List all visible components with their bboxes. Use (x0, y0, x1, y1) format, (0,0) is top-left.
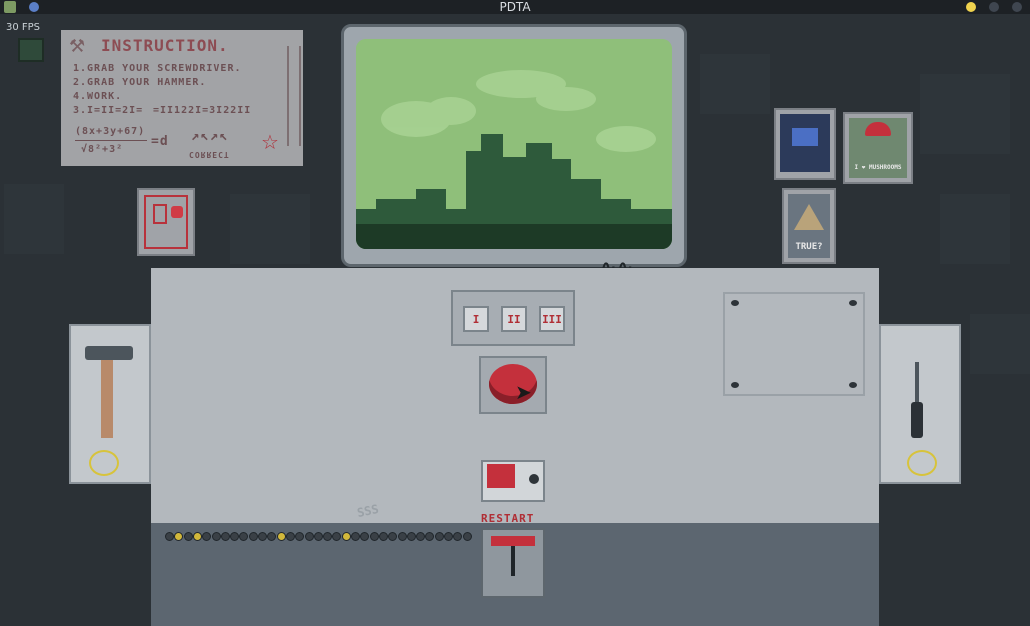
led-indicator (434, 532, 444, 541)
space-invader-poster (774, 108, 836, 180)
led-indicator (369, 532, 379, 541)
led-indicator (304, 532, 314, 541)
screwdriver-toolbox[interactable] (879, 324, 961, 484)
minimize-button[interactable] (966, 2, 976, 12)
formula-tail: =d (151, 134, 169, 149)
cursor-icon: ➤ (515, 380, 532, 404)
control-console: I II III ➤ SSS RESTART (151, 268, 879, 626)
led-indicator (248, 532, 258, 541)
led-indicator (285, 532, 295, 541)
instruction-line: 2.GRAB YOUR HAMMER. (73, 77, 207, 88)
instruction-line: 1.GRAB YOUR SCREWDRIVER. (73, 63, 242, 74)
star-icon: ☆ (261, 130, 279, 154)
window-title: PDTA (499, 0, 531, 14)
speed-button-3[interactable]: III (539, 306, 565, 332)
status-light (529, 474, 539, 484)
speed-button-2[interactable]: II (501, 306, 527, 332)
arrows-icon: ↗↖↗↖ (191, 128, 229, 144)
mushroom-caption: I ❤ MUSHROOMS (854, 164, 902, 171)
game-viewport[interactable]: 30 FPS ⚒ INSTRUCTION. 1.GRAB YOUR SCREWD… (0, 14, 1030, 626)
led-indicator (378, 532, 388, 541)
toggle-switch[interactable] (487, 464, 515, 488)
code-label: CORRECT (189, 150, 230, 159)
hammer-icon[interactable] (85, 346, 133, 360)
formula-numerator: (8x+3y+67) (75, 126, 146, 137)
instruction-line: =II122I=3I22II (153, 105, 252, 116)
instruction-title: INSTRUCTION. (101, 36, 229, 55)
restart-lever[interactable] (491, 536, 535, 546)
led-indicator (462, 532, 472, 541)
speed-panel: I II III (451, 290, 575, 346)
close-button[interactable] (1012, 2, 1022, 12)
formula-denominator: √8²+3² (81, 144, 124, 155)
toggle-switch-plate (481, 460, 545, 502)
city-screen (356, 39, 672, 249)
ruler-icon (287, 46, 301, 146)
pyramid-poster: TRUE? (782, 188, 836, 264)
hammer-toolbox[interactable] (69, 324, 151, 484)
maze-poster (137, 188, 195, 256)
led-indicator (397, 532, 407, 541)
led-indicator (406, 532, 416, 541)
maximize-button[interactable] (989, 2, 999, 12)
led-indicator (192, 532, 202, 541)
led-indicator (258, 532, 267, 541)
led-indicator (313, 532, 323, 541)
window-titlebar: PDTA (0, 0, 1030, 14)
restart-lever-housing (481, 528, 545, 598)
led-indicator (165, 532, 174, 541)
instruction-line: 4.WORK. (73, 91, 123, 102)
speed-button-1[interactable]: I (463, 306, 489, 332)
restart-label: RESTART (481, 512, 535, 525)
empty-access-panel[interactable] (723, 292, 865, 396)
screwdriver-icon[interactable] (911, 402, 923, 438)
instruction-line: 3.I=II=2I= (73, 105, 144, 116)
led-indicator (183, 532, 193, 541)
instruction-sheet: ⚒ INSTRUCTION. 1.GRAB YOUR SCREWDRIVER. … (61, 30, 303, 166)
crt-monitor (341, 24, 687, 267)
pyramid-caption: TRUE? (795, 242, 823, 252)
big-red-button-housing: ➤ (479, 356, 547, 414)
fps-counter: 30 FPS (6, 22, 41, 33)
tools-icon: ⚒ (69, 36, 86, 57)
scribble: SSS (355, 501, 380, 521)
led-indicator (444, 532, 453, 541)
led-indicator (351, 532, 360, 541)
mushroom-poster: I ❤ MUSHROOMS (843, 112, 913, 184)
led-indicator (211, 532, 221, 541)
led-indicator (220, 532, 230, 541)
notes-icon[interactable] (18, 38, 44, 62)
led-indicator (341, 532, 351, 541)
emblem-icon (907, 450, 937, 476)
led-indicator (276, 532, 286, 541)
emblem-icon (89, 450, 119, 476)
